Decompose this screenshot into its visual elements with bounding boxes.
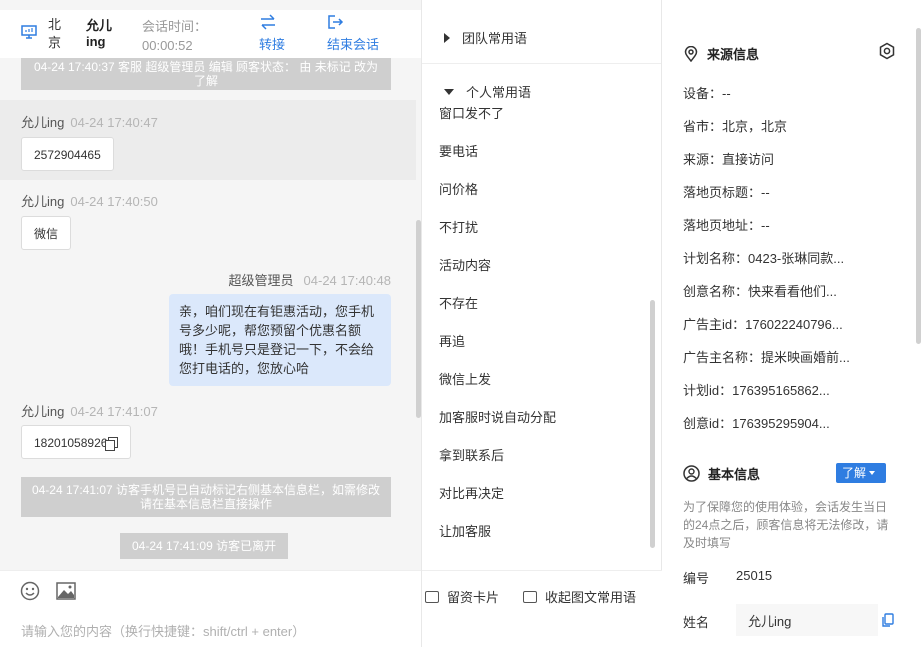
- phrase-item[interactable]: 拿到联系后: [439, 445, 504, 464]
- info-landing-url: 落地页地址：--: [683, 218, 770, 233]
- transfer-button[interactable]: 转接: [259, 14, 285, 53]
- message-time: 04-24 17:41:07: [70, 404, 158, 419]
- chat-header: 北京 允儿ing 会话时间： 00:00:52 转接 结束会话: [0, 10, 421, 58]
- message-time: 04-24 17:40:48: [303, 273, 391, 288]
- message-icon: [523, 591, 537, 603]
- caret-down-icon: [869, 471, 876, 475]
- session-time-label: 会话时间：: [142, 19, 208, 34]
- collapse-phrases-label: 收起图文常用语: [545, 590, 637, 605]
- visitor-message[interactable]: 18201058926: [21, 425, 132, 459]
- phrase-item[interactable]: 问价格: [439, 179, 478, 198]
- info-province: 省市：北京，北京: [683, 119, 788, 134]
- info-advertiser-name: 广告主名称：提米映画婚前...: [683, 350, 850, 365]
- personal-phrases-label: 个人常用语: [466, 85, 532, 100]
- monitor-icon: [21, 25, 37, 39]
- info-landing-title: 落地页标题：--: [683, 185, 770, 200]
- message-list[interactable]: 04-24 17:40:37 客服 超级管理员 编辑 顾客状态： 由 未标记 改…: [0, 58, 421, 570]
- emoji-icon[interactable]: [20, 581, 40, 601]
- image-icon[interactable]: [56, 582, 76, 600]
- phrase-item[interactable]: 活动内容: [439, 255, 491, 274]
- message-input[interactable]: 请输入您的内容（换行快捷键：shift/ctrl + enter）: [21, 621, 305, 640]
- phrase-item[interactable]: 对比再决定: [439, 483, 504, 502]
- end-session-label: 结束会话: [327, 37, 380, 52]
- sender-name: 允儿ing: [21, 194, 65, 209]
- system-message: 04-24 17:40:37 客服 超级管理员 编辑 顾客状态： 由 未标记 改…: [21, 58, 391, 90]
- message-sender: 允儿ing 04-24 17:41:07: [21, 401, 158, 420]
- system-message: 04-24 17:41:09 访客已离开: [120, 533, 289, 559]
- phone-number: 18201058926: [34, 436, 108, 450]
- phrase-item[interactable]: 不打扰: [439, 217, 478, 236]
- personal-phrases-toggle[interactable]: 个人常用语: [444, 82, 531, 101]
- agent-sender: 超级管理员 04-24 17:40:48: [229, 270, 391, 289]
- leave-card-button[interactable]: 留资卡片: [425, 587, 499, 606]
- info-creative-name: 创意名称：快来看看他们...: [683, 284, 837, 299]
- end-session-button[interactable]: 结束会话: [327, 14, 379, 53]
- divider: [422, 63, 661, 64]
- phrase-item[interactable]: 不存在: [439, 293, 478, 312]
- location-pin-icon: [684, 46, 698, 62]
- id-label: 编号: [683, 571, 710, 586]
- info-source: 来源：直接访问: [683, 152, 775, 167]
- customer-status-dropdown[interactable]: 了解: [836, 463, 886, 483]
- source-info-title: 来源信息: [683, 44, 759, 63]
- info-device: 设备：--: [683, 86, 731, 101]
- user-icon: [683, 465, 700, 482]
- system-message: 04-24 17:41:07 访客手机号已自动标记右侧基本信息栏，如需修改请在基…: [21, 477, 391, 517]
- message-sender: 允儿ing 04-24 17:40:50: [21, 191, 158, 210]
- transfer-label: 转接: [259, 37, 286, 52]
- leave-card-label: 留资卡片: [447, 590, 500, 605]
- team-phrases-toggle[interactable]: 团队常用语: [444, 28, 527, 47]
- input-toolbar: 留资卡片 收起图文常用语: [422, 570, 662, 647]
- caret-down-icon: [444, 89, 454, 95]
- session-time-value: 00:00:52: [142, 38, 193, 53]
- phrase-item[interactable]: 要电话: [439, 141, 478, 160]
- agent-name: 超级管理员: [228, 273, 294, 288]
- phrase-panel: 团队常用语 个人常用语 窗口发不了 要电话 问价格 不打扰 活动内容 不存在 再…: [422, 0, 662, 647]
- phrase-item[interactable]: 窗口发不了: [439, 103, 504, 122]
- name-label: 姓名: [683, 615, 710, 630]
- chat-scrollbar[interactable]: [416, 220, 421, 418]
- info-plan-name: 计划名称：0423-张琳同款...: [683, 251, 845, 266]
- exit-icon: [328, 15, 344, 29]
- sender-name: 允儿ing: [21, 404, 65, 419]
- visitor-message[interactable]: 微信: [21, 216, 72, 250]
- status-badge: 了解: [842, 466, 867, 480]
- basic-info-label: 基本信息: [708, 467, 761, 482]
- phrase-item[interactable]: 微信上发: [439, 369, 491, 388]
- input-area: 请输入您的内容（换行快捷键：shift/ctrl + enter）: [0, 570, 421, 647]
- caret-right-icon: [444, 33, 450, 43]
- phrase-item[interactable]: 再追: [439, 331, 465, 350]
- phrase-item[interactable]: 加客服时说自动分配: [439, 407, 556, 426]
- visitor-info-panel: 来源信息 设备：-- 省市：北京，北京 来源：直接访问 落地页标题：-- 落地页…: [662, 0, 923, 647]
- visitor-message[interactable]: 2572904465: [21, 137, 114, 171]
- visitor-name: 允儿ing: [86, 18, 113, 49]
- message-time: 04-24 17:40:50: [70, 194, 158, 209]
- info-creative-id: 创意id：176395295904...: [683, 416, 830, 431]
- id-value: 25015: [736, 568, 773, 583]
- phrase-item[interactable]: 让加客服: [439, 521, 491, 540]
- collapse-phrases-button[interactable]: 收起图文常用语: [523, 587, 636, 606]
- copy-icon[interactable]: [105, 437, 119, 451]
- card-icon: [425, 591, 439, 603]
- visitor-city: 北京: [48, 17, 62, 50]
- message-time: 04-24 17:40:47: [70, 115, 158, 130]
- copy-icon[interactable]: [882, 613, 894, 627]
- basic-info-title: 基本信息: [683, 464, 760, 483]
- message-sender: 允儿ing 04-24 17:40:47: [21, 112, 158, 131]
- source-info-label: 来源信息: [707, 47, 760, 62]
- info-plan-id: 计划id：176395165862...: [683, 383, 830, 398]
- sender-name: 允儿ing: [21, 115, 65, 130]
- name-field[interactable]: [736, 604, 878, 636]
- gear-icon[interactable]: [878, 42, 896, 60]
- chat-panel: 北京 允儿ing 会话时间： 00:00:52 转接 结束会话 04-24 17…: [0, 0, 422, 647]
- info-advertiser-id: 广告主id：176022240796...: [683, 317, 843, 332]
- edit-notice: 为了保障您的使用体验，会话发生当日的24点之后，顾客信息将无法修改，请及时填写: [683, 500, 889, 550]
- team-phrases-label: 团队常用语: [462, 31, 528, 46]
- info-scrollbar[interactable]: [916, 28, 921, 344]
- agent-message[interactable]: 亲，咱们现在有钜惠活动，您手机号多少呢，帮您预留个优惠名额哦！手机号只是登记一下…: [169, 294, 391, 386]
- phrase-scrollbar[interactable]: [650, 300, 655, 548]
- transfer-icon: [261, 14, 275, 30]
